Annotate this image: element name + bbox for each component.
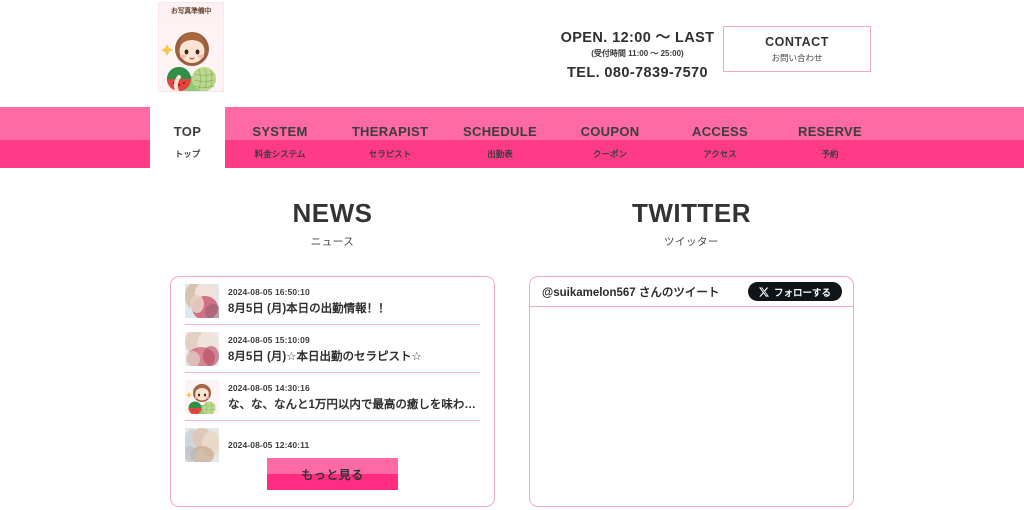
twitter-subtitle: ツイッター bbox=[664, 236, 719, 248]
nav-item-coupon-label-en: COUPON bbox=[580, 123, 640, 139]
nav-item-system-label-en: SYSTEM bbox=[252, 123, 308, 139]
news-item-text: 2024-08-05 12:40:11 bbox=[228, 440, 480, 450]
blurred-photo-thumbnail-icon bbox=[185, 284, 219, 318]
list-item[interactable]: 2024-08-05 14:30:16 な、な、なんと1万円以内で最高の癒しを味… bbox=[185, 373, 480, 421]
nav-item-schedule-label-en: SCHEDULE bbox=[463, 123, 537, 139]
nav-item-reserve[interactable]: RESERVE 予約 bbox=[775, 107, 885, 168]
site-logo[interactable]: お写真準備中 bbox=[158, 2, 224, 92]
list-item[interactable]: 2024-08-05 15:10:09 8月5日 (月)☆本日出勤のセラピスト☆ bbox=[185, 325, 480, 373]
more-news-button[interactable]: もっと見る bbox=[267, 458, 398, 490]
site-header: お写真準備中 OPEN. 12:00 ～ LAST (受付時間 11:00 ～ … bbox=[0, 0, 1024, 107]
blurred-photo-thumbnail-icon bbox=[185, 332, 219, 366]
news-thumbnail bbox=[185, 380, 219, 414]
news-subtitle: ニュース bbox=[310, 236, 355, 248]
news-item-date: 2024-08-05 16:50:10 bbox=[228, 286, 310, 297]
news-section: NEWS ニュース 2024-08-05 16:50:10 8月5日 (月)本日… bbox=[170, 198, 495, 507]
contact-button-subtitle: お問い合わせ bbox=[771, 52, 823, 63]
open-hours-line: OPEN. 12:00 ～ LAST bbox=[560, 30, 715, 46]
news-thumbnail bbox=[185, 428, 219, 462]
nav-item-therapist[interactable]: THERAPIST セラピスト bbox=[335, 107, 445, 168]
nav-item-reserve-label-jp: 予約 bbox=[821, 149, 839, 160]
nav-item-coupon-label-jp: クーポン bbox=[592, 149, 627, 160]
twitter-section: TWITTER ツイッター @suikamelon567 さんのツイート フォロ… bbox=[529, 198, 854, 507]
nav-item-coupon[interactable]: COUPON クーポン bbox=[555, 107, 665, 168]
more-news-button-label: もっと見る bbox=[301, 467, 364, 482]
news-item-date: 2024-08-05 15:10:09 bbox=[228, 334, 310, 345]
news-title: NEWS bbox=[292, 198, 373, 228]
nav-item-access[interactable]: ACCESS アクセス bbox=[665, 107, 775, 168]
twitter-follow-label: フォローする bbox=[773, 287, 831, 299]
nav-item-schedule-label-jp: 出勤表 bbox=[487, 149, 513, 160]
news-item-text: 2024-08-05 14:30:16 な、な、なんと1万円以内で最高の癒しを味… bbox=[228, 383, 480, 412]
twitter-handle: @suikamelon567 さんのツイート bbox=[542, 286, 720, 299]
nav-item-therapist-label-en: THERAPIST bbox=[351, 123, 429, 139]
news-card: 2024-08-05 16:50:10 8月5日 (月)本日の出勤情報！！ 20… bbox=[170, 276, 495, 507]
news-item-text: 2024-08-05 16:50:10 8月5日 (月)本日の出勤情報！！ bbox=[228, 287, 480, 316]
logo-caption: お写真準備中 bbox=[170, 8, 212, 15]
main-content: NEWS ニュース 2024-08-05 16:50:10 8月5日 (月)本日… bbox=[0, 168, 1024, 510]
news-item-title: な、な、なんと1万円以内で最高の癒しを味わえ… bbox=[228, 398, 480, 411]
telephone-line: TEL. 080-7839-7570 bbox=[566, 65, 708, 81]
nav-item-therapist-label-jp: セラピスト bbox=[368, 149, 412, 160]
nav-item-reserve-label-en: RESERVE bbox=[798, 123, 862, 139]
nav-item-top-label-jp: トップ bbox=[174, 149, 201, 160]
contact-button[interactable]: CONTACT お問い合わせ bbox=[723, 26, 871, 72]
news-heading: NEWS ニュース bbox=[170, 198, 495, 249]
reception-hours-line: (受付時間 11:00 ～ 25:00) bbox=[591, 49, 684, 58]
contact-button-title: CONTACT bbox=[765, 34, 829, 49]
news-list: 2024-08-05 16:50:10 8月5日 (月)本日の出勤情報！！ 20… bbox=[171, 277, 494, 468]
news-item-date: 2024-08-05 14:30:16 bbox=[228, 382, 310, 393]
nav-item-system-label-jp: 料金システム bbox=[254, 149, 306, 160]
news-item-text: 2024-08-05 15:10:09 8月5日 (月)☆本日出勤のセラピスト☆ bbox=[228, 335, 480, 364]
nav-item-access-label-jp: アクセス bbox=[703, 149, 737, 160]
news-item-title: 8月5日 (月)本日の出勤情報！！ bbox=[228, 302, 390, 315]
nav-item-top[interactable]: TOP トップ bbox=[150, 107, 225, 168]
news-item-title: 8月5日 (月)☆本日出勤のセラピスト☆ bbox=[228, 350, 422, 363]
twitter-follow-button[interactable]: フォローする bbox=[747, 282, 842, 301]
news-item-date: 2024-08-05 12:40:11 bbox=[228, 440, 310, 450]
girl-with-watermelon-illustration-icon bbox=[159, 17, 223, 91]
main-navigation: TOP トップ SYSTEM 料金システム THERAPIST セラピスト SC… bbox=[0, 107, 1024, 168]
blurred-photo-thumbnail-icon bbox=[185, 428, 219, 462]
nav-item-system[interactable]: SYSTEM 料金システム bbox=[225, 107, 335, 168]
list-item[interactable]: 2024-08-05 16:50:10 8月5日 (月)本日の出勤情報！！ bbox=[185, 277, 480, 325]
girl-with-watermelon-illustration-icon bbox=[185, 380, 219, 414]
twitter-title: TWITTER bbox=[631, 198, 752, 228]
twitter-timeline-header: @suikamelon567 さんのツイート フォローする bbox=[530, 277, 853, 307]
nav-item-access-label-en: ACCESS bbox=[692, 123, 748, 139]
business-hours-info: OPEN. 12:00 ～ LAST (受付時間 11:00 ～ 25:00) … bbox=[560, 26, 715, 81]
twitter-timeline-card: @suikamelon567 さんのツイート フォローする bbox=[529, 276, 854, 507]
news-thumbnail bbox=[185, 332, 219, 366]
news-thumbnail bbox=[185, 284, 219, 318]
x-logo-icon bbox=[758, 287, 769, 297]
twitter-timeline-body[interactable] bbox=[530, 307, 853, 506]
nav-item-top-label-en: TOP bbox=[173, 123, 202, 139]
nav-item-schedule[interactable]: SCHEDULE 出勤表 bbox=[445, 107, 555, 168]
twitter-heading: TWITTER ツイッター bbox=[529, 198, 854, 249]
